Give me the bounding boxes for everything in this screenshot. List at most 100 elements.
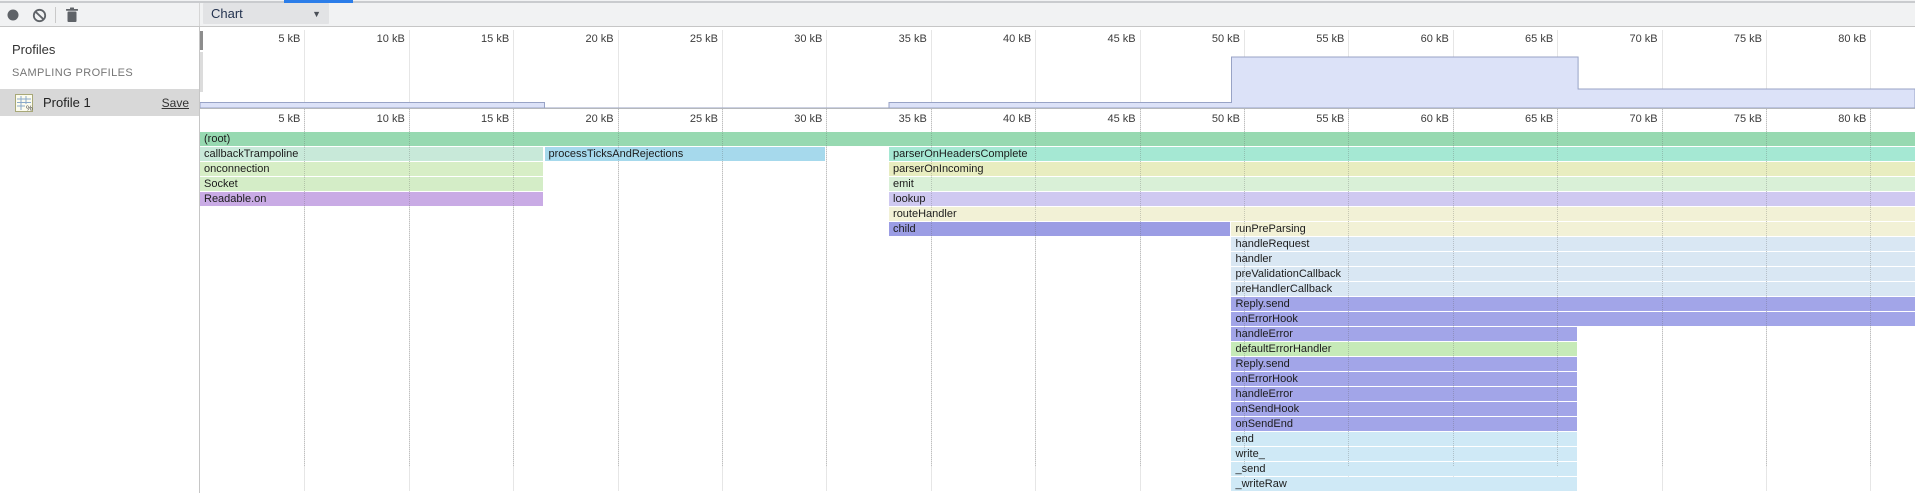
flame-bar-child[interactable]: child (889, 222, 1230, 236)
flame-bar-parseronheaderscomplete[interactable]: parserOnHeadersComplete (889, 147, 1915, 161)
overview-flame-divider (200, 108, 1915, 109)
ruler-tick-label: 70 kB (1578, 113, 1658, 125)
gridline-dotted (1348, 108, 1349, 466)
flame-bar-label: handleError (1231, 387, 1576, 401)
flame-bar-label: callbackTrampoline (200, 147, 543, 161)
overview-scrollbar-thumb[interactable] (200, 31, 203, 50)
flame-bar--root-[interactable]: (root) (200, 132, 1915, 146)
flame-bar-handleerror[interactable]: handleError (1231, 327, 1576, 341)
flame-bar-onerrorhook[interactable]: onErrorHook (1231, 312, 1914, 326)
flame-bar-label: preHandlerCallback (1231, 282, 1914, 296)
gridline-dotted (1453, 108, 1454, 466)
flame-bar-lookup[interactable]: lookup (889, 192, 1915, 206)
flame-bar-label: lookup (889, 192, 1915, 206)
ruler-tick-label: 10 kB (325, 113, 405, 125)
flame-bar-callbacktrampoline[interactable]: callbackTrampoline (200, 147, 543, 161)
ruler-tick-label: 65 kB (1473, 33, 1553, 45)
flame-bar-label: Reply.send (1231, 357, 1576, 371)
chevron-down-icon: ▼ (312, 9, 321, 19)
gridline-dotted (513, 108, 514, 466)
gridline-dotted (1557, 108, 1558, 466)
flame-bar-runpreparsing[interactable]: runPreParsing (1231, 222, 1914, 236)
ruler-tick-label: 45 kB (1056, 113, 1136, 125)
overview-scrollbar-track[interactable] (200, 52, 203, 92)
gridline-dotted (304, 108, 305, 466)
flame-bar-label: handleRequest (1231, 237, 1914, 251)
ruler-tick-label: 40 kB (951, 33, 1031, 45)
flame-bar-prevalidationcallback[interactable]: preValidationCallback (1231, 267, 1914, 281)
profiles-sidebar: Profiles SAMPLING PROFILES % Profile 1 S… (0, 27, 200, 493)
flame-bar-onconnection[interactable]: onconnection (200, 162, 543, 176)
gridline-dotted (826, 108, 827, 466)
flame-bar-socket[interactable]: Socket (200, 177, 543, 191)
gridline-dotted (722, 108, 723, 466)
flame-bar-handleerror[interactable]: handleError (1231, 387, 1576, 401)
view-mode-value: Chart (211, 6, 243, 21)
gridline-dotted (618, 108, 619, 466)
flame-bar-label: Readable.on (200, 192, 543, 206)
flame-bar-handlerequest[interactable]: handleRequest (1231, 237, 1914, 251)
delete-profile-button[interactable] (59, 4, 85, 26)
flame-bar-prehandlercallback[interactable]: preHandlerCallback (1231, 282, 1914, 296)
flame-bar-emit[interactable]: emit (889, 177, 1915, 191)
save-profile-link[interactable]: Save (162, 96, 189, 110)
ruler-tick-label: 5 kB (220, 113, 300, 125)
flame-bar-handler[interactable]: handler (1231, 252, 1914, 266)
flame-graph: (root)callbackTrampolineprocessTicksAndR… (200, 131, 1915, 493)
ruler-tick-label: 30 kB (742, 33, 822, 45)
flame-bar-label: defaultErrorHandler (1231, 342, 1576, 356)
ruler-tick-label: 40 kB (951, 113, 1031, 125)
flame-bar-reply-send[interactable]: Reply.send (1231, 297, 1914, 311)
ruler-tick-label: 10 kB (325, 33, 405, 45)
flame-bar-write-[interactable]: write_ (1231, 447, 1576, 461)
ruler-tick-label: 25 kB (638, 33, 718, 45)
flame-bar--writeraw[interactable]: _writeRaw (1231, 477, 1576, 491)
gridline-dotted (1662, 108, 1663, 466)
gridline-dotted (1244, 108, 1245, 466)
gridline-dotted (1035, 108, 1036, 466)
flame-bar-onerrorhook[interactable]: onErrorHook (1231, 372, 1576, 386)
ruler-tick-label: 80 kB (1786, 113, 1866, 125)
flame-bar-label: _writeRaw (1231, 477, 1576, 491)
view-mode-select[interactable]: Chart ▼ (203, 3, 329, 24)
flame-bar-label: emit (889, 177, 1915, 191)
flame-bar-onsendend[interactable]: onSendEnd (1231, 417, 1576, 431)
sidebar-item-profile-1[interactable]: % Profile 1 Save (0, 89, 199, 116)
flame-bar-label: handler (1231, 252, 1914, 266)
flame-bar-label: write_ (1231, 447, 1576, 461)
flame-bar-onsendhook[interactable]: onSendHook (1231, 402, 1576, 416)
flame-bar-label: processTicksAndRejections (545, 147, 825, 161)
flame-bar-label: end (1231, 432, 1576, 446)
ruler-tick-label: 35 kB (847, 113, 927, 125)
gridline-dotted (931, 108, 932, 466)
clear-button[interactable] (26, 4, 52, 26)
flame-bar-label: handleError (1231, 327, 1576, 341)
sampling-profiles-section-label: SAMPLING PROFILES (12, 67, 133, 79)
ruler-tick-label: 60 kB (1369, 113, 1449, 125)
profile-name: Profile 1 (43, 95, 91, 110)
flame-bar-label: parserOnHeadersComplete (889, 147, 1915, 161)
record-button[interactable] (0, 4, 26, 26)
flame-bar-processticksandrejections[interactable]: processTicksAndRejections (545, 147, 825, 161)
flame-bar-label: onErrorHook (1231, 372, 1576, 386)
ruler-tick-label: 30 kB (742, 113, 822, 125)
block-icon (32, 8, 47, 23)
flame-bar-reply-send[interactable]: Reply.send (1231, 357, 1576, 371)
ruler-tick-label: 65 kB (1473, 113, 1553, 125)
flame-bar--send[interactable]: _send (1231, 462, 1576, 476)
toolbar: Chart ▼ (0, 0, 1915, 27)
sampling-profile-icon: % (14, 93, 34, 113)
flame-bar-routehandler[interactable]: routeHandler (889, 207, 1915, 221)
ruler-tick-label: 15 kB (429, 113, 509, 125)
ruler-tick-label: 75 kB (1682, 33, 1762, 45)
ruler-tick-label: 15 kB (429, 33, 509, 45)
flame-bar-label: parserOnIncoming (889, 162, 1915, 176)
toolbar-pane-divider (199, 3, 200, 26)
flame-bar-label: Socket (200, 177, 543, 191)
flame-bar-parseronincoming[interactable]: parserOnIncoming (889, 162, 1915, 176)
flame-bar-end[interactable]: end (1231, 432, 1576, 446)
flame-bar-defaulterrorhandler[interactable]: defaultErrorHandler (1231, 342, 1576, 356)
ruler-tick-label: 20 kB (534, 33, 614, 45)
flame-bar-readable-on[interactable]: Readable.on (200, 192, 543, 206)
flame-bar-label: onErrorHook (1231, 312, 1914, 326)
